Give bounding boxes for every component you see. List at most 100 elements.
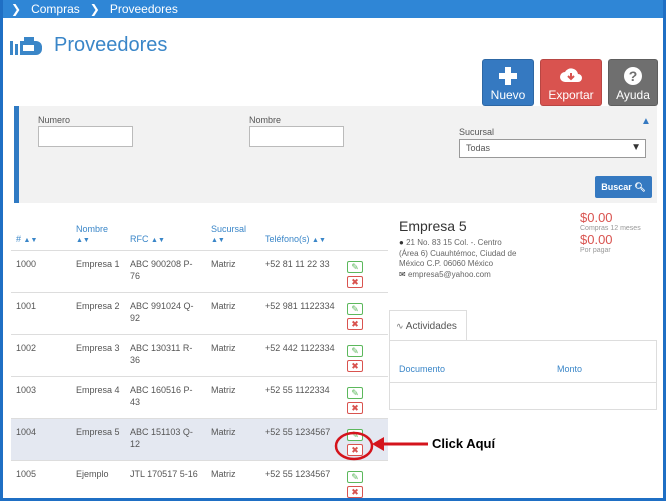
cell-telefono: +52 442 1122334 [260, 334, 342, 377]
delete-icon[interactable]: ✖ [347, 317, 363, 330]
svg-text:?: ? [629, 68, 638, 84]
cell-sucursal: Matriz [206, 418, 260, 461]
cell-nombre: Empresa 3 [71, 334, 125, 377]
col-header-monto: Monto [557, 364, 583, 374]
arrow-head-icon [372, 437, 384, 451]
por-pagar-amount: $0.00 [580, 232, 613, 247]
breadcrumb-compras[interactable]: Compras [31, 2, 80, 16]
cell-num: 1002 [11, 334, 71, 377]
cell-rfc: ABC 991024 Q-92 [125, 292, 206, 335]
nuevo-button[interactable]: Nuevo [482, 59, 534, 106]
cell-telefono: +52 55 1122334 [260, 376, 342, 419]
cell-rfc: ABC 130311 R-36 [125, 334, 206, 377]
cell-nombre: Empresa 2 [71, 292, 125, 335]
delete-icon[interactable]: ✖ [347, 275, 363, 288]
cell-sucursal: Matriz [206, 334, 260, 377]
map-marker-icon: ● [399, 238, 404, 247]
edit-icon[interactable]: ✎ [347, 386, 363, 399]
table-row[interactable]: 1003 Empresa 4 ABC 160516 P-43 Matriz +5… [11, 376, 388, 419]
nombre-label: Nombre [249, 115, 282, 125]
exportar-label: Exportar [548, 88, 594, 102]
sucursal-label: Sucursal [459, 127, 495, 137]
filter-panel: Numero Nombre Sucursal Todas ▼ ▲ Buscar … [14, 106, 657, 203]
compras-amount: $0.00 [580, 210, 613, 225]
nuevo-label: Nuevo [490, 88, 526, 102]
cell-num: 1005 [11, 460, 71, 501]
cell-telefono: +52 981 1122334 [260, 292, 342, 335]
sucursal-selected-value: Todas [466, 143, 491, 153]
cell-rfc: ABC 160516 P-43 [125, 376, 206, 419]
page-header: Proveedores [10, 34, 167, 57]
delete-icon[interactable]: ✖ [347, 485, 363, 498]
ayuda-button[interactable]: ? Ayuda [608, 59, 658, 106]
cell-nombre: Empresa 1 [71, 250, 125, 293]
chevron-right-icon: ❯ [89, 2, 100, 16]
table-row[interactable]: 1001 Empresa 2 ABC 991024 Q-92 Matriz +5… [11, 292, 388, 335]
col-header-sucursal[interactable]: Sucursal ▲▼ [206, 208, 260, 251]
cell-rfc: ABC 151103 Q-12 [125, 418, 206, 461]
cell-num: 1004 [11, 418, 71, 461]
table-header-row: # ▲▼ Nombre ▲▼ RFC ▲▼ Sucursal ▲▼ Teléfono… [11, 208, 388, 251]
cell-rfc: ABC 900208 P-76 [125, 250, 206, 293]
cell-sucursal: Matriz [206, 460, 260, 501]
buscar-button[interactable]: Buscar 🔍︎ [595, 176, 652, 198]
col-header-nombre[interactable]: Nombre ▲▼ [71, 208, 125, 251]
annotation-marker [334, 431, 428, 461]
edit-icon[interactable]: ✎ [347, 302, 363, 315]
plus-icon [499, 67, 517, 85]
caret-down-icon: ▼ [631, 142, 641, 153]
highlight-circle [334, 431, 374, 461]
cell-num: 1001 [11, 292, 71, 335]
rss-icon: ∿ [396, 321, 404, 331]
col-header-rfc[interactable]: RFC ▲▼ [125, 208, 206, 251]
col-header-actions [342, 208, 388, 251]
sort-icon: ▲▼ [76, 236, 90, 244]
table-row[interactable]: 1002 Empresa 3 ABC 130311 R-36 Matriz +5… [11, 334, 388, 377]
sort-icon: ▲▼ [23, 236, 38, 244]
chevron-up-icon[interactable]: ▲ [641, 116, 651, 127]
exportar-button[interactable]: Exportar [540, 59, 602, 106]
cell-sucursal: Matriz [206, 292, 260, 335]
buscar-label: Buscar [601, 182, 632, 192]
sort-icon: ▲▼ [151, 236, 165, 244]
por-pagar-label: Por pagar [580, 247, 611, 254]
compras-label: Compras 12 meses [580, 225, 641, 232]
tab-actividades[interactable]: ∿ Actividades [389, 310, 467, 341]
cell-actions: ✎ ✖ [342, 292, 388, 335]
breadcrumb: ❯ Compras ❯ Proveedores [3, 0, 663, 18]
detail-contact: ● 21 No. 83 15 Col. -. Centro (Área 6) C… [399, 238, 519, 280]
delete-icon[interactable]: ✖ [347, 401, 363, 414]
page-title: Proveedores [54, 34, 168, 56]
question-icon: ? [624, 67, 642, 85]
truck-icon [10, 36, 42, 55]
cell-rfc: JTL 170517 5-16 [125, 460, 206, 501]
delete-icon[interactable]: ✖ [347, 359, 363, 372]
edit-icon[interactable]: ✎ [347, 260, 363, 273]
cell-actions: ✎ ✖ [342, 250, 388, 293]
cell-nombre: Ejemplo [71, 460, 125, 501]
sucursal-select[interactable]: Todas ▼ [459, 139, 646, 158]
cell-actions: ✎ ✖ [342, 334, 388, 377]
detail-email: ✉ empresa5@yahoo.com [399, 269, 491, 279]
detail-supplier-name: Empresa 5 [399, 218, 467, 234]
col-header-telefono[interactable]: Teléfono(s) ▲▼ [260, 208, 342, 251]
nombre-input[interactable] [249, 126, 344, 147]
cloud-download-icon [560, 68, 582, 82]
cell-telefono: +52 81 11 22 33 [260, 250, 342, 293]
breadcrumb-proveedores[interactable]: Proveedores [110, 2, 178, 16]
numero-label: Numero [38, 115, 71, 125]
cell-actions: ✎ ✖ [342, 376, 388, 419]
envelope-icon: ✉ [399, 269, 406, 279]
detail-address: ● 21 No. 83 15 Col. -. Centro (Área 6) C… [399, 238, 517, 268]
table-row[interactable]: 1000 Empresa 1 ABC 900208 P-76 Matriz +5… [11, 250, 388, 293]
edit-icon[interactable]: ✎ [347, 470, 363, 483]
cell-sucursal: Matriz [206, 250, 260, 293]
cell-nombre: Empresa 5 [71, 418, 125, 461]
cell-num: 1003 [11, 376, 71, 419]
edit-icon[interactable]: ✎ [347, 344, 363, 357]
numero-input[interactable] [38, 126, 133, 147]
col-header-num[interactable]: # ▲▼ [11, 208, 71, 251]
search-icon: 🔍︎ [634, 182, 646, 192]
col-header-documento: Documento [399, 364, 446, 374]
divider [390, 382, 656, 383]
